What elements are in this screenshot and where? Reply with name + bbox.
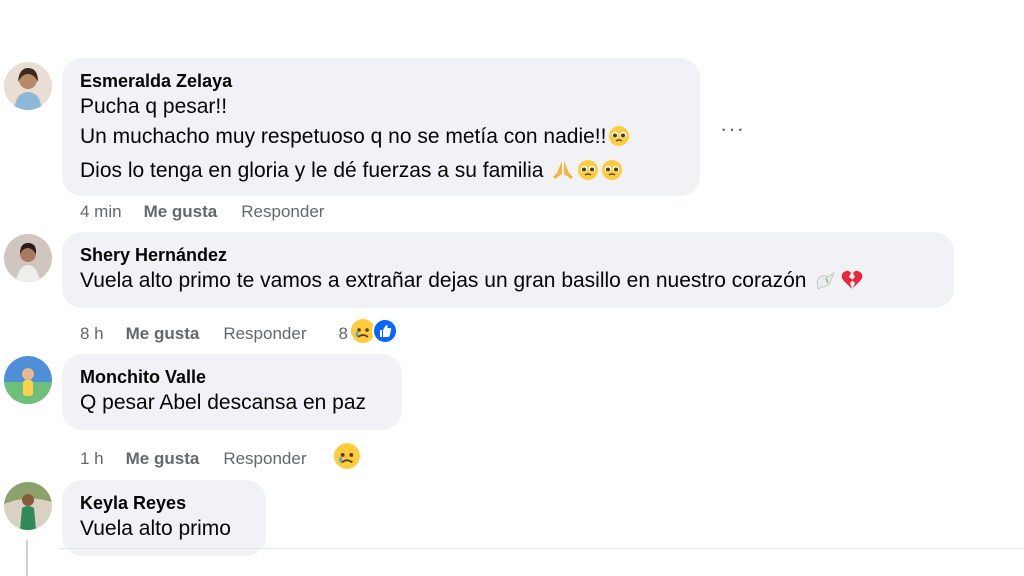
comment-timestamp[interactable]: 8 h <box>80 324 104 344</box>
comment-line-3: Dios lo tenga en gloria y le dé fuerzas … <box>80 156 682 190</box>
comment-line-text: Dios lo tenga en gloria y le dé fuerzas … <box>80 159 544 182</box>
reaction-summary[interactable]: 8 <box>339 318 398 349</box>
like-reaction-icon <box>371 318 398 349</box>
avatar-keyla[interactable] <box>4 482 52 530</box>
comment-bubble-monchito: Monchito Valle Q pesar Abel descansa en … <box>62 354 402 430</box>
comment-timestamp[interactable]: 4 min <box>80 202 122 222</box>
comment-actions: 8 h Me gusta Responder 8 <box>80 318 398 349</box>
comment-line-2: Un muchacho muy respetuoso q no se metía… <box>80 122 682 156</box>
thread-line <box>26 540 28 576</box>
comment-bubble-esmeralda: Esmeralda Zelaya Pucha q pesar!! Un much… <box>62 58 700 196</box>
pleading-face-icon <box>601 159 623 190</box>
comment-actions: 4 min Me gusta Responder <box>80 202 324 222</box>
pleading-face-icon <box>608 125 630 156</box>
like-button[interactable]: Me gusta <box>144 202 218 222</box>
comment-author[interactable]: Monchito Valle <box>80 366 384 388</box>
comment-line: Vuela alto primo <box>80 517 231 540</box>
comment-author[interactable]: Esmeralda Zelaya <box>80 70 682 92</box>
divider <box>60 548 1024 549</box>
comment-line: Q pesar Abel descansa en paz <box>80 391 367 414</box>
sad-reaction-icon <box>333 442 361 475</box>
reply-button[interactable]: Responder <box>223 449 306 469</box>
comment-author[interactable]: Keyla Reyes <box>80 492 248 514</box>
broken-heart-icon <box>840 269 864 300</box>
pleading-face-icon <box>577 159 599 190</box>
comment-line-text: Vuela alto primo te vamos a extrañar dej… <box>80 269 807 292</box>
like-button[interactable]: Me gusta <box>126 449 200 469</box>
avatar-esmeralda[interactable] <box>4 62 52 110</box>
reply-button[interactable]: Responder <box>241 202 324 222</box>
comment-line-text: Un muchacho muy respetuoso q no se metía… <box>80 125 607 148</box>
comment-line: Pucha q pesar!! <box>80 95 228 118</box>
comment-bubble-shery: Shery Hernández Vuela alto primo te vamo… <box>62 232 954 308</box>
reaction-summary[interactable] <box>333 442 361 475</box>
reply-button[interactable]: Responder <box>223 324 306 344</box>
like-button[interactable]: Me gusta <box>126 324 200 344</box>
dove-icon <box>814 269 838 300</box>
avatar-monchito[interactable] <box>4 356 52 404</box>
more-options-icon[interactable]: ··· <box>720 116 745 142</box>
comment-timestamp[interactable]: 1 h <box>80 449 104 469</box>
avatar-shery[interactable] <box>4 234 52 282</box>
reaction-count: 8 <box>338 323 348 343</box>
comment-line: Vuela alto primo te vamos a extrañar dej… <box>80 266 936 300</box>
folded-hands-icon <box>551 159 575 190</box>
comment-actions: 1 h Me gusta Responder <box>80 442 361 475</box>
comment-author[interactable]: Shery Hernández <box>80 244 936 266</box>
comment-bubble-keyla: Keyla Reyes Vuela alto primo <box>62 480 266 556</box>
